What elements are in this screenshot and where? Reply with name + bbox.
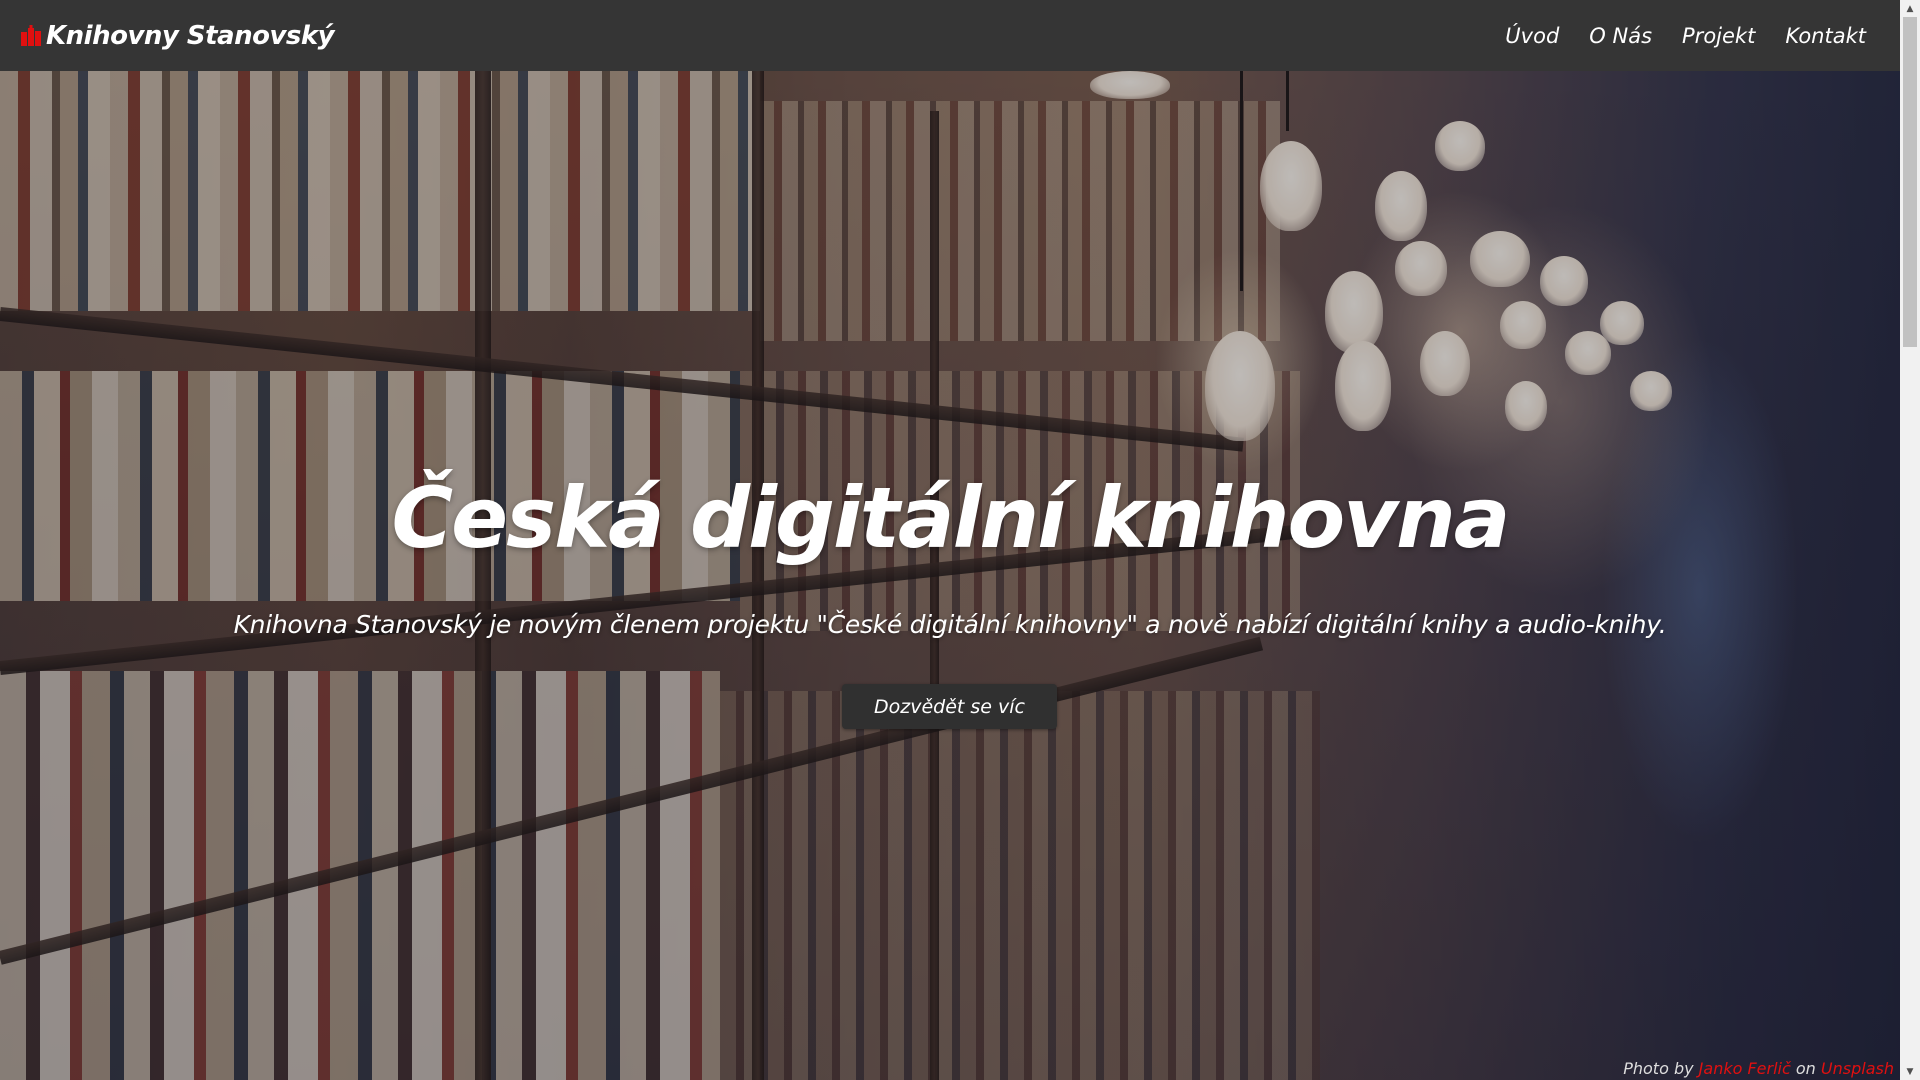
photo-credit: Photo by Janko Ferlič on Unsplash (1623, 1059, 1894, 1078)
vertical-scrollbar[interactable]: ▲ ▼ (1900, 0, 1920, 1080)
nav-item-o-nas[interactable]: O Nás (1589, 24, 1652, 48)
credit-prefix: Photo by (1623, 1059, 1694, 1078)
nav-item-uvod[interactable]: Úvod (1505, 24, 1559, 48)
brand-link[interactable]: Knihovny Stanovský (20, 20, 335, 51)
page: Knihovny Stanovský Úvod O Nás Projekt Ko… (0, 0, 1920, 1080)
brand-name: Knihovny Stanovský (46, 20, 335, 51)
main-nav: Úvod O Nás Projekt Kontakt (1475, 24, 1866, 48)
hero-title: Česká digitální knihovna (391, 469, 1511, 567)
nav-item-projekt[interactable]: Projekt (1682, 24, 1755, 48)
credit-middle: on (1795, 1059, 1816, 1078)
learn-more-button[interactable]: Dozvědět se víc (842, 684, 1057, 729)
scrollbar-thumb[interactable] (1903, 17, 1917, 347)
hero-section: Česká digitální knihovna Knihovna Stanov… (0, 71, 1900, 1080)
credit-author-link[interactable]: Janko Ferlič (1699, 1059, 1791, 1078)
navbar: Knihovny Stanovský Úvod O Nás Projekt Ko… (0, 0, 1900, 71)
books-icon (21, 24, 41, 46)
scroll-up-arrow-icon[interactable]: ▲ (1900, 0, 1920, 17)
scroll-down-arrow-icon[interactable]: ▼ (1900, 1063, 1920, 1080)
hero-subtitle: Knihovna Stanovský je novým členem proje… (233, 610, 1667, 639)
hero-content: Česká digitální knihovna Knihovna Stanov… (0, 71, 1900, 1080)
nav-item-kontakt[interactable]: Kontakt (1785, 24, 1866, 48)
credit-site-link[interactable]: Unsplash (1821, 1059, 1894, 1078)
